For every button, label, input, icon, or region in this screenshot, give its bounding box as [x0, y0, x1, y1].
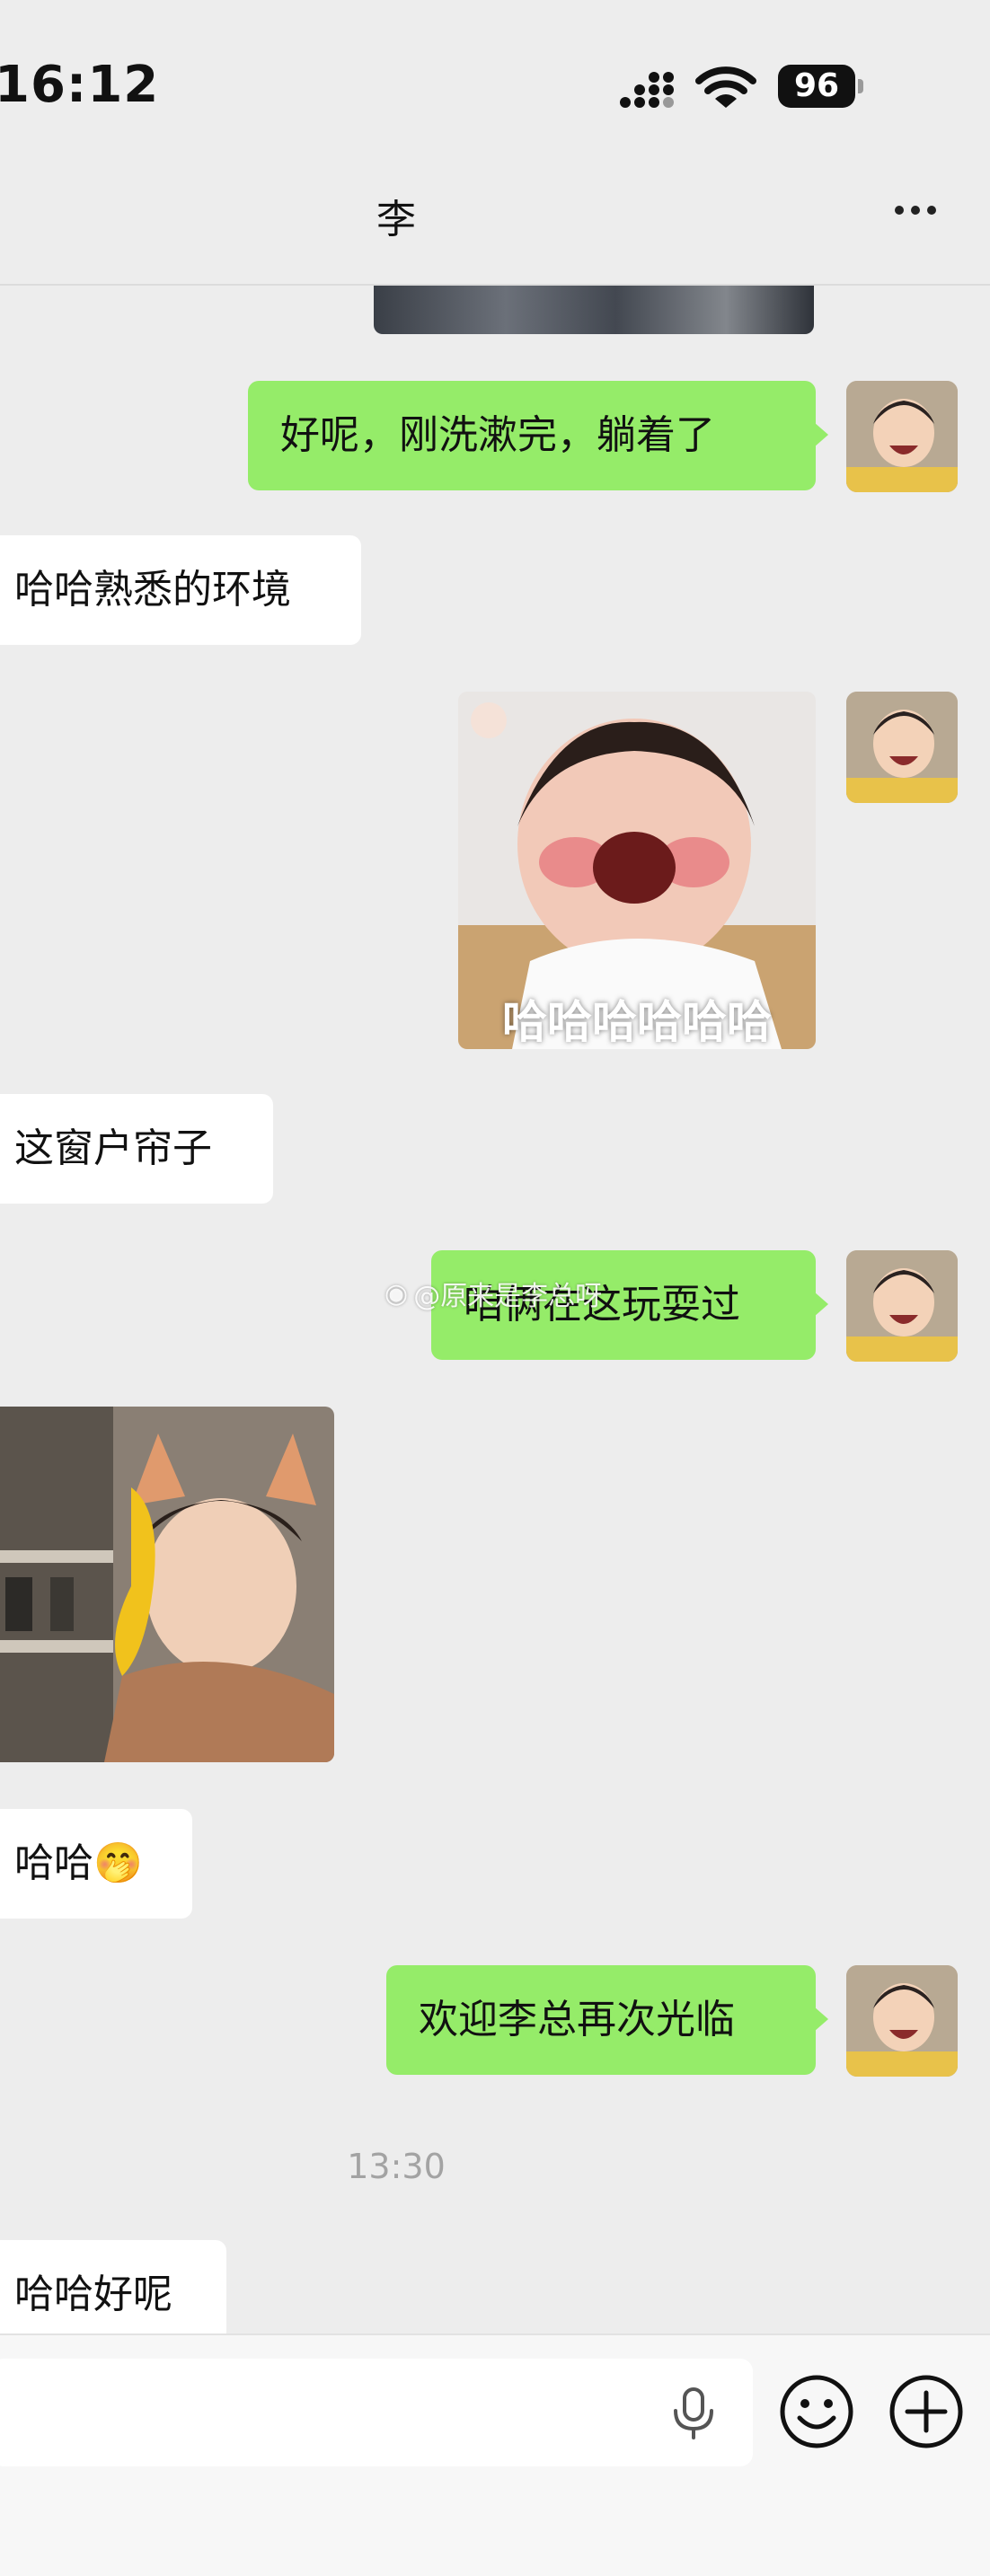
watermark-text: @原来是李总呀: [413, 1281, 603, 1312]
status-time: 16:12: [0, 56, 160, 114]
avatar-image: [846, 381, 958, 492]
kid-with-toy-photo: [0, 1407, 334, 1762]
more-icon[interactable]: [884, 192, 947, 228]
watermark: ◉ @原来是李总呀: [385, 1274, 602, 1313]
emoji-icon: 🤭: [93, 1840, 143, 1886]
avatar-image: [846, 1250, 958, 1362]
battery-cap: [858, 79, 863, 93]
message-text: 哈哈: [14, 1840, 93, 1886]
avatar[interactable]: [846, 1965, 958, 2077]
avatar-image: [846, 1965, 958, 2077]
avatar[interactable]: [846, 1250, 958, 1362]
avatar[interactable]: [846, 692, 958, 803]
status-bar: 16:12 96: [0, 0, 990, 162]
weibo-icon: ◉: [385, 1277, 409, 1310]
timestamp: 13:30: [347, 2147, 446, 2186]
chat-title: 李: [376, 197, 416, 243]
avatar-image: [846, 692, 958, 803]
message-bubble[interactable]: 好呢，刚洗漱完，躺着了: [248, 381, 828, 490]
plus-icon[interactable]: [888, 2373, 965, 2450]
battery-indicator: 96: [778, 65, 855, 108]
photo-image[interactable]: [0, 1407, 334, 1762]
message-bubble[interactable]: 哈哈熟悉的环境: [0, 535, 361, 645]
sticker-caption: 哈哈哈哈哈哈: [502, 996, 772, 1048]
message-input[interactable]: [0, 2359, 753, 2466]
signal-icon: [620, 72, 674, 108]
emoji-icon[interactable]: [778, 2373, 855, 2450]
message-bubble[interactable]: 这窗户帘子: [0, 1094, 273, 1204]
sticker-image[interactable]: 哈哈哈哈哈哈: [458, 692, 816, 1049]
microphone-icon[interactable]: [668, 2387, 719, 2441]
chat-screen: 16:12 96 李 好呢，刚洗漱完，躺着了 哈哈熟悉的环境 哈哈哈哈哈哈 这窗…: [0, 0, 990, 2576]
previous-image[interactable]: [374, 286, 814, 334]
input-bar: [0, 2333, 990, 2576]
wifi-icon: [695, 66, 756, 108]
message-bubble[interactable]: 欢迎李总再次光临: [386, 1965, 828, 2075]
message-bubble[interactable]: 哈哈 🤭: [0, 1809, 192, 1919]
avatar[interactable]: [846, 381, 958, 492]
